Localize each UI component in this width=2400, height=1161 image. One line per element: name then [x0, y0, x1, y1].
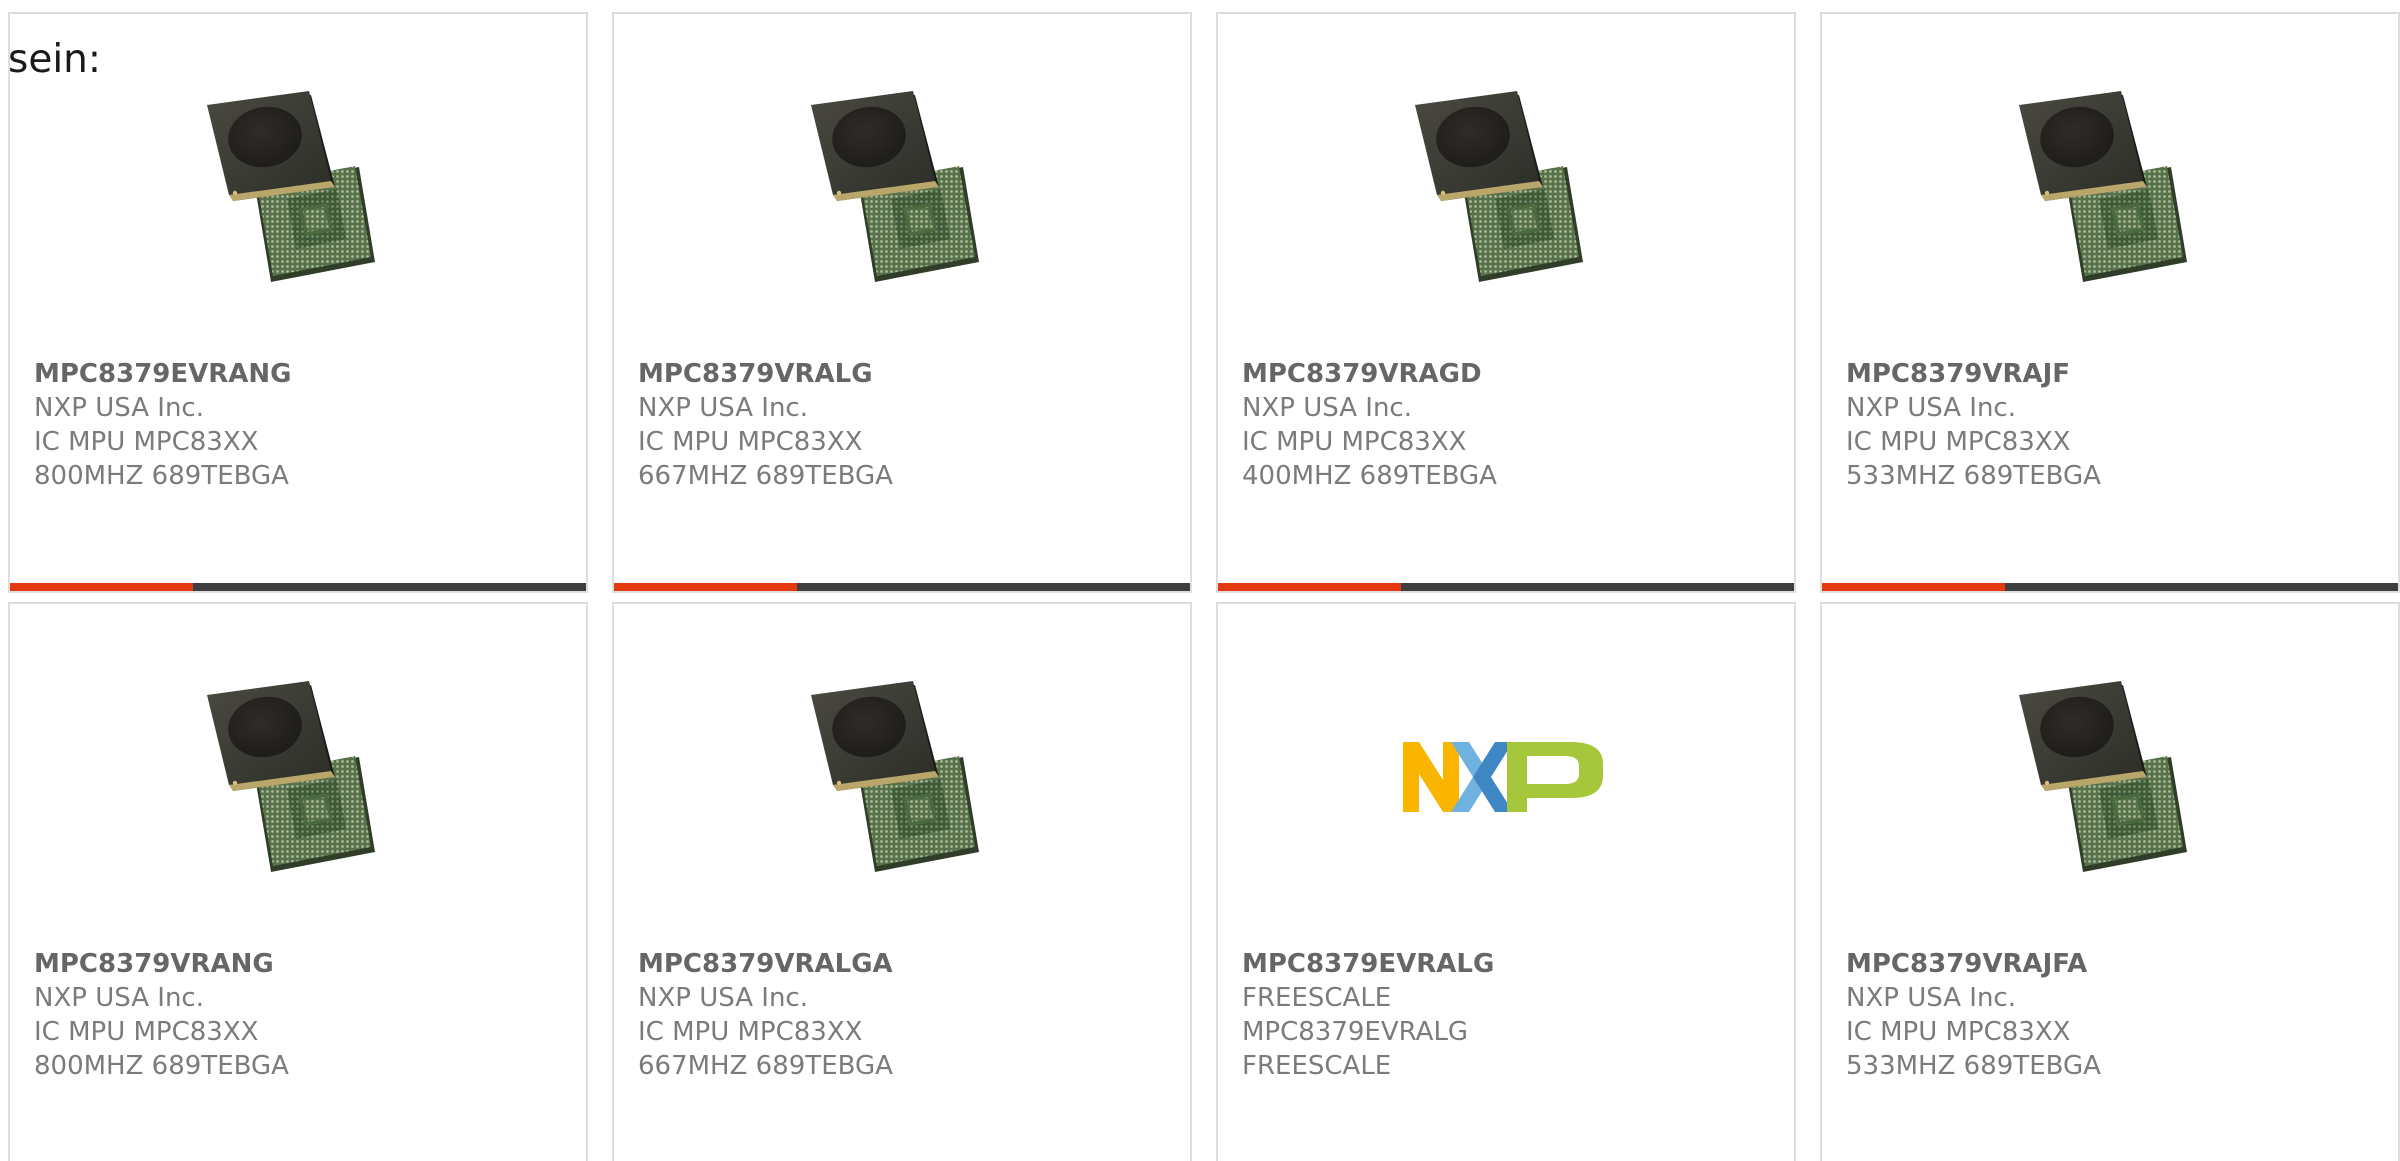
- product-chip-image[interactable]: [195, 87, 395, 287]
- product-card[interactable]: MPC8379VRALG NXP USA Inc. IC MPU MPC83XX 6…: [612, 12, 1192, 593]
- part-number[interactable]: MPC8379EVRALG: [1242, 947, 1742, 981]
- product-chip-image[interactable]: [2007, 87, 2207, 287]
- accent-bar-segment: [1218, 583, 1401, 591]
- product-description: IC MPU MPC83XX 533MHZ 689TEBGA: [1846, 427, 2101, 491]
- product-card[interactable]: MPC8379EVRANG NXP USA Inc. IC MPU MPC83XX …: [8, 12, 588, 593]
- product-grid: MPC8379EVRANG NXP USA Inc. IC MPU MPC83XX …: [8, 12, 2400, 1161]
- product-description: IC MPU MPC83XX 800MHZ 689TEBGA: [34, 427, 289, 491]
- card-bottom-bar: [10, 583, 586, 591]
- product-info: MPC8379VRAJF NXP USA Inc. IC MPU MPC83XX 5…: [1846, 357, 2346, 493]
- product-description: IC MPU MPC83XX 800MHZ 689TEBGA: [34, 1017, 289, 1081]
- product-card[interactable]: MPC8379VRAJF NXP USA Inc. IC MPU MPC83XX 5…: [1820, 12, 2400, 593]
- dark-bar-segment: [2005, 583, 2398, 591]
- manufacturer-name: FREESCALE: [1242, 983, 1392, 1013]
- intro-text: sein:: [8, 37, 102, 82]
- product-card[interactable]: MPC8379VRANG NXP USA Inc. IC MPU MPC83XX 8…: [8, 602, 588, 1161]
- product-description: MPC8379EVRALG FREESCALE: [1242, 1017, 1469, 1081]
- product-info: MPC8379VRAGD NXP USA Inc. IC MPU MPC83XX 4…: [1242, 357, 1742, 493]
- dark-bar-segment: [797, 583, 1190, 591]
- dark-bar-segment: [193, 583, 586, 591]
- product-card[interactable]: MPC8379VRAGD NXP USA Inc. IC MPU MPC83XX 4…: [1216, 12, 1796, 593]
- product-card[interactable]: MPC8379EVRALG FREESCALE MPC8379EVRALG FREE…: [1216, 602, 1796, 1161]
- manufacturer-name: NXP USA Inc.: [1242, 393, 1412, 423]
- accent-bar-segment: [614, 583, 797, 591]
- product-info: MPC8379VRAJFA NXP USA Inc. IC MPU MPC83XX …: [1846, 947, 2346, 1083]
- product-chip-image[interactable]: [799, 677, 999, 877]
- product-card[interactable]: MPC8379VRALGA NXP USA Inc. IC MPU MPC83XX …: [612, 602, 1192, 1161]
- accent-bar-segment: [1822, 583, 2005, 591]
- manufacturer-name: NXP USA Inc.: [34, 393, 204, 423]
- part-number[interactable]: MPC8379VRAJF: [1846, 357, 2346, 391]
- part-number[interactable]: MPC8379VRAGD: [1242, 357, 1742, 391]
- card-bottom-bar: [614, 583, 1190, 591]
- part-number[interactable]: MPC8379VRALG: [638, 357, 1138, 391]
- nxp-logo-image[interactable]: [1403, 677, 1603, 877]
- product-description: IC MPU MPC83XX 400MHZ 689TEBGA: [1242, 427, 1497, 491]
- product-info: MPC8379EVRALG FREESCALE MPC8379EVRALG FREE…: [1242, 947, 1742, 1083]
- product-info: MPC8379EVRANG NXP USA Inc. IC MPU MPC83XX …: [34, 357, 534, 493]
- part-number[interactable]: MPC8379VRANG: [34, 947, 534, 981]
- product-chip-image[interactable]: [195, 677, 395, 877]
- manufacturer-name: NXP USA Inc.: [638, 393, 808, 423]
- product-chip-image[interactable]: [1403, 87, 1603, 287]
- product-card[interactable]: MPC8379VRAJFA NXP USA Inc. IC MPU MPC83XX …: [1820, 602, 2400, 1161]
- part-number[interactable]: MPC8379VRALGA: [638, 947, 1138, 981]
- card-bottom-bar: [1218, 583, 1794, 591]
- product-chip-image[interactable]: [799, 87, 999, 287]
- part-number[interactable]: MPC8379VRAJFA: [1846, 947, 2346, 981]
- product-info: MPC8379VRALGA NXP USA Inc. IC MPU MPC83XX …: [638, 947, 1138, 1083]
- manufacturer-name: NXP USA Inc.: [1846, 983, 2016, 1013]
- manufacturer-name: NXP USA Inc.: [638, 983, 808, 1013]
- product-info: MPC8379VRALG NXP USA Inc. IC MPU MPC83XX 6…: [638, 357, 1138, 493]
- part-number[interactable]: MPC8379EVRANG: [34, 357, 534, 391]
- product-description: IC MPU MPC83XX 533MHZ 689TEBGA: [1846, 1017, 2101, 1081]
- product-description: IC MPU MPC83XX 667MHZ 689TEBGA: [638, 427, 893, 491]
- dark-bar-segment: [1401, 583, 1794, 591]
- accent-bar-segment: [10, 583, 193, 591]
- manufacturer-name: NXP USA Inc.: [1846, 393, 2016, 423]
- product-chip-image[interactable]: [2007, 677, 2207, 877]
- product-results-page: sein: MPC8379EVRANG NXP USA Inc. IC MPU MP…: [0, 0, 2400, 1161]
- card-bottom-bar: [1822, 583, 2398, 591]
- manufacturer-name: NXP USA Inc.: [34, 983, 204, 1013]
- product-description: IC MPU MPC83XX 667MHZ 689TEBGA: [638, 1017, 893, 1081]
- product-info: MPC8379VRANG NXP USA Inc. IC MPU MPC83XX 8…: [34, 947, 534, 1083]
